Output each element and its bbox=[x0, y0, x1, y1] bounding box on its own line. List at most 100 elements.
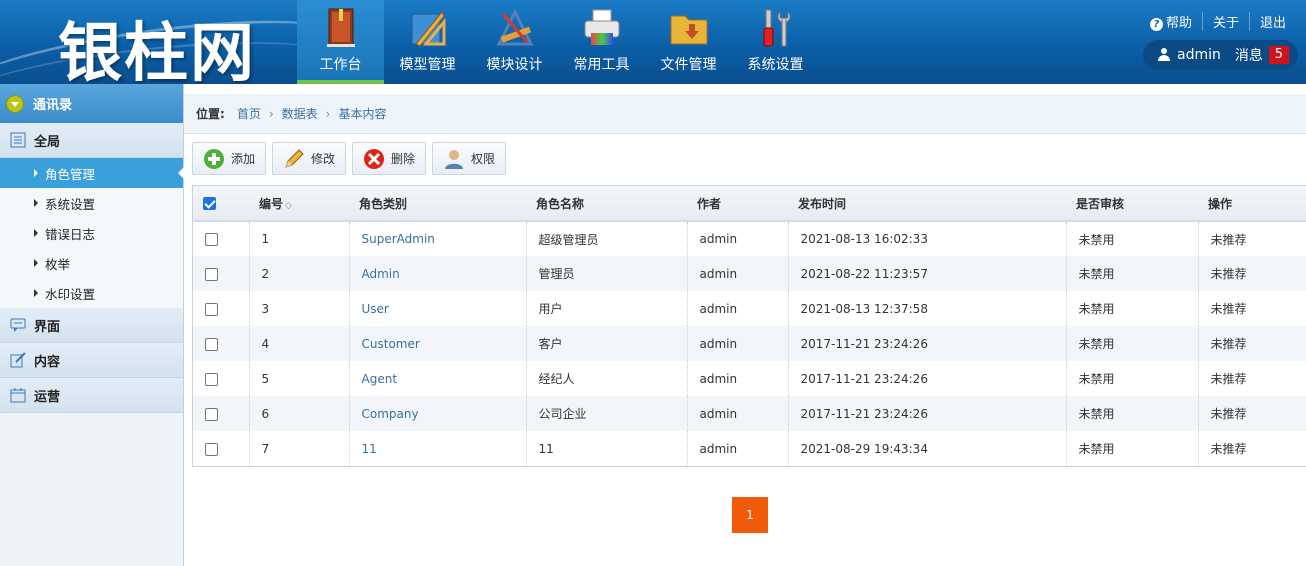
sort-icon[interactable]: ◇ bbox=[285, 201, 292, 211]
actions-cell[interactable]: 未推荐 bbox=[1197, 256, 1306, 291]
sidebar-item-watermark[interactable]: 水印设置 bbox=[0, 278, 183, 308]
role-type-link[interactable]: 11 bbox=[362, 442, 377, 456]
add-button[interactable]: 添加 bbox=[192, 142, 267, 175]
nav-item-model[interactable]: 模型管理 bbox=[384, 0, 471, 84]
sidebar-item-enum[interactable]: 枚举 bbox=[0, 248, 183, 278]
author-cell: admin bbox=[686, 361, 788, 396]
row-checkbox[interactable] bbox=[205, 442, 218, 456]
help-label: 帮助 bbox=[1165, 16, 1192, 31]
help-link[interactable]: ? 帮助 bbox=[1140, 12, 1202, 31]
nav-item-workbench[interactable]: 工作台 bbox=[297, 0, 384, 84]
username[interactable]: admin bbox=[1177, 47, 1221, 63]
row-select-cell bbox=[193, 431, 249, 466]
edit-button[interactable]: 修改 bbox=[272, 142, 347, 175]
id-cell: 6 bbox=[248, 396, 349, 431]
header-label: 编号 bbox=[259, 196, 284, 211]
actions-cell[interactable]: 未推荐 bbox=[1197, 361, 1306, 396]
publish-time-cell: 2017-11-21 23:24:26 bbox=[787, 396, 1066, 431]
table-header-row: 编号 ◇ 角色类别 角色名称 作者 发布时间 是否审核 操作 bbox=[193, 186, 1306, 222]
actions-cell[interactable]: 未推荐 bbox=[1197, 431, 1306, 466]
add-label: 添加 bbox=[231, 152, 256, 166]
row-checkbox[interactable] bbox=[205, 337, 218, 351]
role-type-cell: Company bbox=[348, 396, 526, 431]
about-link[interactable]: 关于 bbox=[1201, 12, 1249, 31]
breadcrumb-label: 位置: bbox=[196, 107, 225, 121]
role-type-link[interactable]: Admin bbox=[362, 267, 400, 281]
role-type-cell: User bbox=[348, 291, 526, 326]
role-type-link[interactable]: SuperAdmin bbox=[362, 232, 435, 246]
data-table: 编号 ◇ 角色类别 角色名称 作者 发布时间 是否审核 操作 1 SuperAdmi… bbox=[192, 185, 1306, 467]
sidebar-item-role-management[interactable]: 角色管理 bbox=[0, 158, 184, 188]
delete-button[interactable]: 删除 bbox=[352, 142, 427, 175]
row-checkbox[interactable] bbox=[205, 372, 218, 386]
table-row: 6 Company 公司企业 admin 2017-11-21 23:24:26 未禁用未… bbox=[193, 396, 1306, 431]
group-label: 界面 bbox=[34, 319, 61, 335]
group-label: 全局 bbox=[34, 134, 61, 150]
role-type-link[interactable]: Customer bbox=[362, 337, 420, 351]
nav-item-tools[interactable]: 常用工具 bbox=[558, 0, 645, 84]
publish-time-cell: 2021-08-13 16:02:33 bbox=[787, 221, 1066, 256]
sidebar-group-global[interactable]: 全局 bbox=[0, 123, 183, 158]
sidebar-group-content[interactable]: 内容 bbox=[0, 343, 183, 378]
column-header-id[interactable]: 编号 ◇ bbox=[249, 186, 349, 222]
actions-cell[interactable]: 未推荐 bbox=[1197, 396, 1306, 431]
row-select-cell bbox=[193, 326, 249, 361]
messages-link[interactable]: 消息 bbox=[1235, 45, 1263, 65]
arrow-right-icon bbox=[34, 289, 38, 297]
column-header-role-type: 角色类别 bbox=[349, 186, 526, 222]
actions-cell[interactable]: 未推荐 bbox=[1197, 326, 1306, 361]
column-header-role-name: 角色名称 bbox=[526, 186, 687, 222]
row-checkbox[interactable] bbox=[205, 233, 218, 246]
breadcrumb-separator: › bbox=[268, 106, 274, 121]
table-row: 3 User 用户 admin 2021-08-13 12:37:58 未禁用 未推荐 bbox=[193, 291, 1306, 326]
arrow-right-icon bbox=[34, 259, 38, 267]
nav-item-files[interactable]: 文件管理 bbox=[645, 0, 732, 84]
role-type-link[interactable]: Agent bbox=[362, 372, 398, 386]
author-cell: admin bbox=[686, 326, 788, 361]
row-select-cell bbox=[193, 256, 249, 291]
logout-link[interactable]: 退出 bbox=[1248, 12, 1296, 31]
id-cell: 7 bbox=[248, 431, 349, 466]
nav-item-module[interactable]: 模块设计 bbox=[471, 0, 558, 84]
id-cell: 5 bbox=[248, 361, 349, 396]
select-all-checkbox[interactable] bbox=[203, 197, 216, 210]
row-checkbox[interactable] bbox=[205, 302, 218, 316]
author-cell: admin bbox=[686, 396, 788, 431]
nav-label: 文件管理 bbox=[660, 57, 717, 73]
breadcrumb-home[interactable]: 首页 bbox=[237, 105, 261, 122]
actions-cell[interactable]: 未推荐 bbox=[1197, 291, 1306, 326]
user-bar: admin 消息 5 bbox=[1143, 40, 1298, 70]
row-checkbox[interactable] bbox=[205, 267, 218, 281]
sidebar-item-label: 角色管理 bbox=[45, 166, 96, 182]
nav-item-settings[interactable]: 系统设置 bbox=[732, 0, 819, 84]
actions-cell[interactable]: 未推荐 bbox=[1197, 221, 1306, 256]
table-row: 2 Admin 管理员 admin 2021-08-22 11:23:57 未禁用 未推荐 bbox=[193, 256, 1306, 291]
table-row: 4 Customer 客户 admin 2017-11-21 23:24:26 未禁用 未推… bbox=[193, 326, 1306, 361]
role-type-link[interactable]: User bbox=[362, 302, 389, 316]
sidebar-group-operations[interactable]: 运营 bbox=[0, 378, 183, 413]
page-button-current[interactable]: 1 bbox=[732, 497, 768, 533]
row-checkbox[interactable] bbox=[205, 407, 218, 421]
reviewed-cell: 未禁用 bbox=[1065, 221, 1198, 256]
message-count-badge[interactable]: 5 bbox=[1268, 46, 1289, 64]
printer-icon bbox=[584, 9, 619, 45]
arrow-right-icon bbox=[34, 229, 38, 237]
delete-label: 删除 bbox=[391, 152, 416, 166]
breadcrumb-separator: › bbox=[325, 106, 331, 121]
permission-button[interactable]: 权限 bbox=[432, 142, 507, 175]
breadcrumb-datatable[interactable]: 数据表 bbox=[282, 105, 318, 122]
sidebar-header[interactable]: 通讯录 bbox=[0, 84, 183, 123]
arrow-right-icon bbox=[34, 199, 38, 207]
help-icon: ? bbox=[1149, 18, 1163, 31]
row-select-cell bbox=[193, 396, 249, 431]
top-links: ? 帮助 关于 退出 bbox=[1140, 12, 1296, 31]
pencil-icon bbox=[285, 148, 304, 168]
user-icon bbox=[1157, 48, 1171, 62]
sidebar-item-system-settings[interactable]: 系统设置 bbox=[0, 188, 183, 218]
publish-time-cell: 2017-11-21 23:24:26 bbox=[787, 361, 1066, 396]
sidebar-group-interface[interactable]: 界面 bbox=[0, 308, 183, 343]
id-cell: 3 bbox=[248, 291, 349, 326]
role-type-link[interactable]: Company bbox=[362, 407, 419, 421]
sidebar-item-error-log[interactable]: 错误日志 bbox=[0, 218, 183, 248]
breadcrumb-basic-content[interactable]: 基本内容 bbox=[338, 105, 386, 122]
